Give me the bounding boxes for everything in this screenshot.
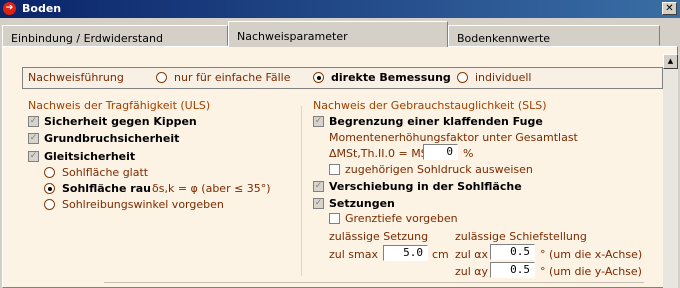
- smax-label: zul smax: [329, 248, 378, 261]
- kippen-label[interactable]: Sicherheit gegen Kippen: [44, 115, 197, 128]
- sohl-rau-formula: δs,k = φ (aber ≤ 35°): [152, 182, 271, 195]
- delta-input[interactable]: 0: [423, 144, 458, 160]
- close-button[interactable]: ✕: [662, 2, 677, 15]
- ax-input[interactable]: 0.5: [490, 244, 535, 260]
- delta-unit: %: [463, 147, 474, 160]
- schief-title: zulässige Schiefstellung: [455, 230, 587, 243]
- grenztiefe-label[interactable]: Grenztiefe vorgeben: [345, 212, 458, 225]
- checkbox-grenztiefe[interactable]: [329, 213, 340, 224]
- ay-input[interactable]: 0.5: [490, 262, 535, 278]
- radio-direkt[interactable]: [313, 72, 324, 83]
- radio-einfach-label[interactable]: nur für einfache Fälle: [174, 71, 290, 84]
- app-icon: ➔: [3, 2, 16, 15]
- sohldruck-label[interactable]: zugehörigen Sohldruck ausweisen: [345, 163, 533, 176]
- scroll-up-icon[interactable]: ▲: [663, 54, 678, 69]
- checkbox-setzungen[interactable]: ✓: [313, 198, 324, 209]
- sohl-glatt-label[interactable]: Sohlfläche glatt: [62, 166, 148, 179]
- smax-unit: cm: [432, 248, 449, 261]
- grundbruch-label[interactable]: Grundbruchsicherheit: [44, 132, 179, 145]
- smax-input[interactable]: 5.0: [383, 245, 428, 261]
- radio-individuell-label[interactable]: individuell: [475, 71, 531, 84]
- bottom-divider: [104, 282, 644, 283]
- tab-bodenkennwerte[interactable]: Bodenkennwerte: [448, 25, 660, 46]
- tab-label: Bodenkennwerte: [457, 32, 551, 45]
- tab-nachweisparameter[interactable]: Nachweisparameter: [228, 21, 448, 47]
- verschiebung-label[interactable]: Verschiebung in der Sohlfläche: [329, 180, 522, 193]
- sls-title: Nachweis der Gebrauchstauglichkeit (SLS): [313, 99, 547, 112]
- tab-label: Nachweisparameter: [237, 30, 348, 43]
- vertical-scrollbar[interactable]: ▲: [663, 54, 678, 288]
- radio-einfach[interactable]: [156, 72, 167, 83]
- fuge-label[interactable]: Begrenzung einer klaffenden Fuge: [329, 115, 543, 128]
- moment-text: Momentenerhöhungsfaktor unter Gesamtlast: [329, 131, 578, 144]
- radio-sohlreibung[interactable]: [44, 199, 55, 210]
- gleit-label[interactable]: Gleitsicherheit: [44, 150, 135, 163]
- checkbox-fuge[interactable]: ✓: [313, 116, 324, 127]
- radio-individuell[interactable]: [457, 72, 468, 83]
- window-title: Boden: [22, 2, 62, 15]
- setzungen-label[interactable]: Setzungen: [329, 197, 395, 210]
- ay-label: zul αy: [455, 265, 489, 278]
- checkbox-verschiebung[interactable]: ✓: [313, 181, 324, 192]
- method-label: Nachweisführung: [28, 71, 124, 84]
- checkbox-gleit[interactable]: ✓: [28, 151, 39, 162]
- column-separator: [301, 106, 302, 276]
- sohl-rau-label[interactable]: Sohlfläche rau: [62, 182, 151, 195]
- setzung-title: zulässige Setzung: [329, 230, 429, 243]
- tab-einbindung[interactable]: Einbindung / Erdwiderstand: [2, 25, 228, 46]
- checkbox-grundbruch[interactable]: ✓: [28, 133, 39, 144]
- radio-sohl-glatt[interactable]: [44, 167, 55, 178]
- checkbox-sohldruck[interactable]: [329, 164, 340, 175]
- uls-title: Nachweis der Tragfähigkeit (ULS): [28, 99, 211, 112]
- radio-direkt-label[interactable]: direkte Bemessung: [331, 71, 451, 84]
- ax-label: zul αx: [455, 248, 489, 261]
- window-titlebar: ➔ Boden ✕: [0, 0, 680, 18]
- radio-sohl-rau[interactable]: [44, 183, 55, 194]
- ay-unit: ° (um die y-Achse): [540, 265, 642, 278]
- checkbox-kippen[interactable]: ✓: [28, 116, 39, 127]
- tab-label: Einbindung / Erdwiderstand: [11, 32, 163, 45]
- ax-unit: ° (um die x-Achse): [540, 248, 643, 261]
- sohlreibung-label[interactable]: Sohlreibungswinkel vorgeben: [62, 198, 224, 211]
